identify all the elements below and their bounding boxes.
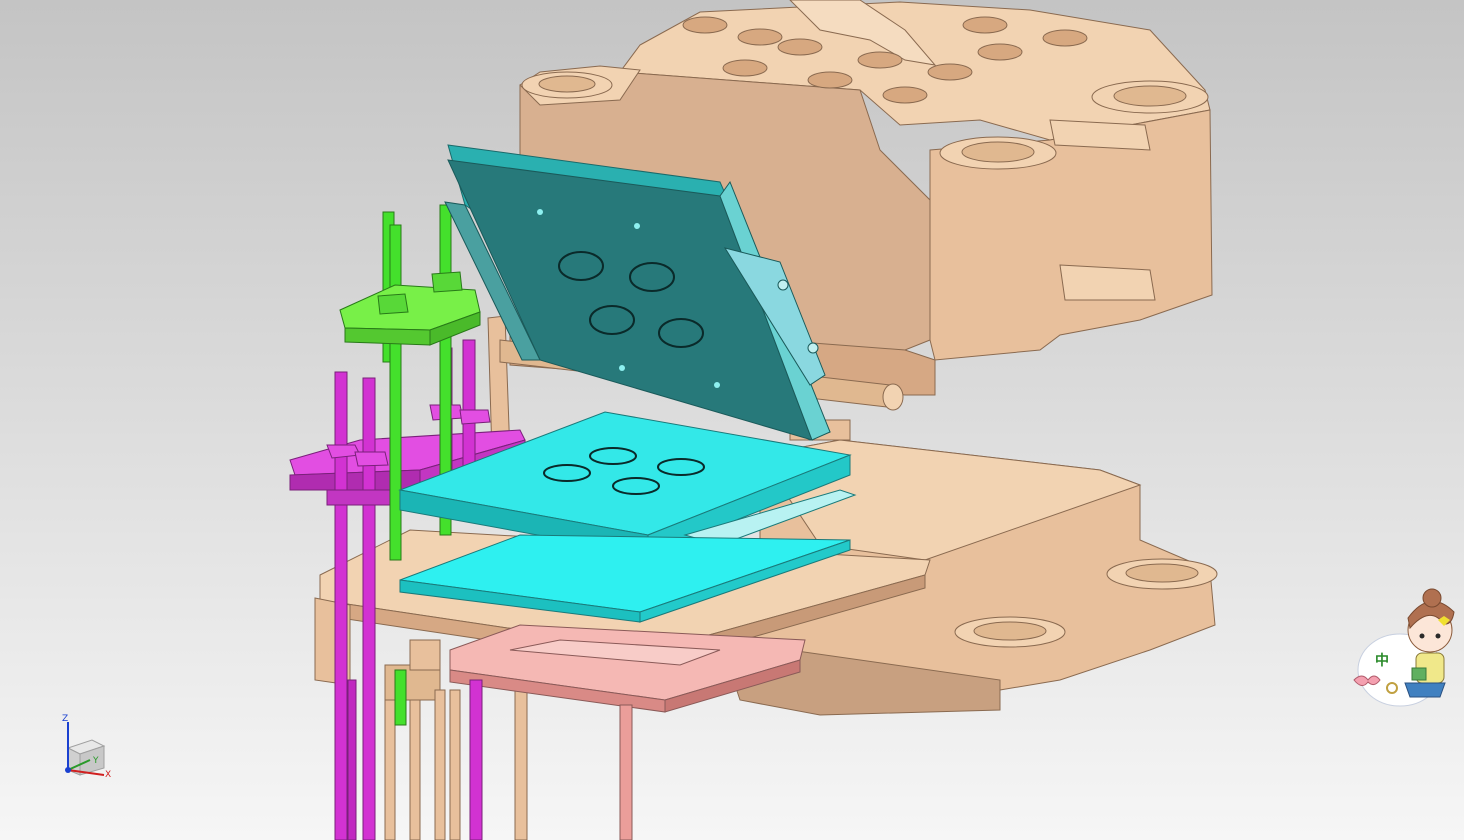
ime-mode-indicator[interactable]: 中 — [1375, 650, 1389, 670]
mold-assembly-model[interactable] — [0, 0, 1464, 840]
triad-x-label: X — [105, 770, 112, 780]
triad-y-label: Y — [93, 756, 99, 766]
ime-floating-widget[interactable] — [1353, 588, 1455, 707]
cad-3d-viewport[interactable]: Z Y X 中 — [0, 0, 1464, 840]
coordinate-triad — [65, 722, 106, 776]
ejector-retainer-plate[interactable] — [449, 624, 806, 840]
triad-z-label: Z — [62, 714, 69, 724]
